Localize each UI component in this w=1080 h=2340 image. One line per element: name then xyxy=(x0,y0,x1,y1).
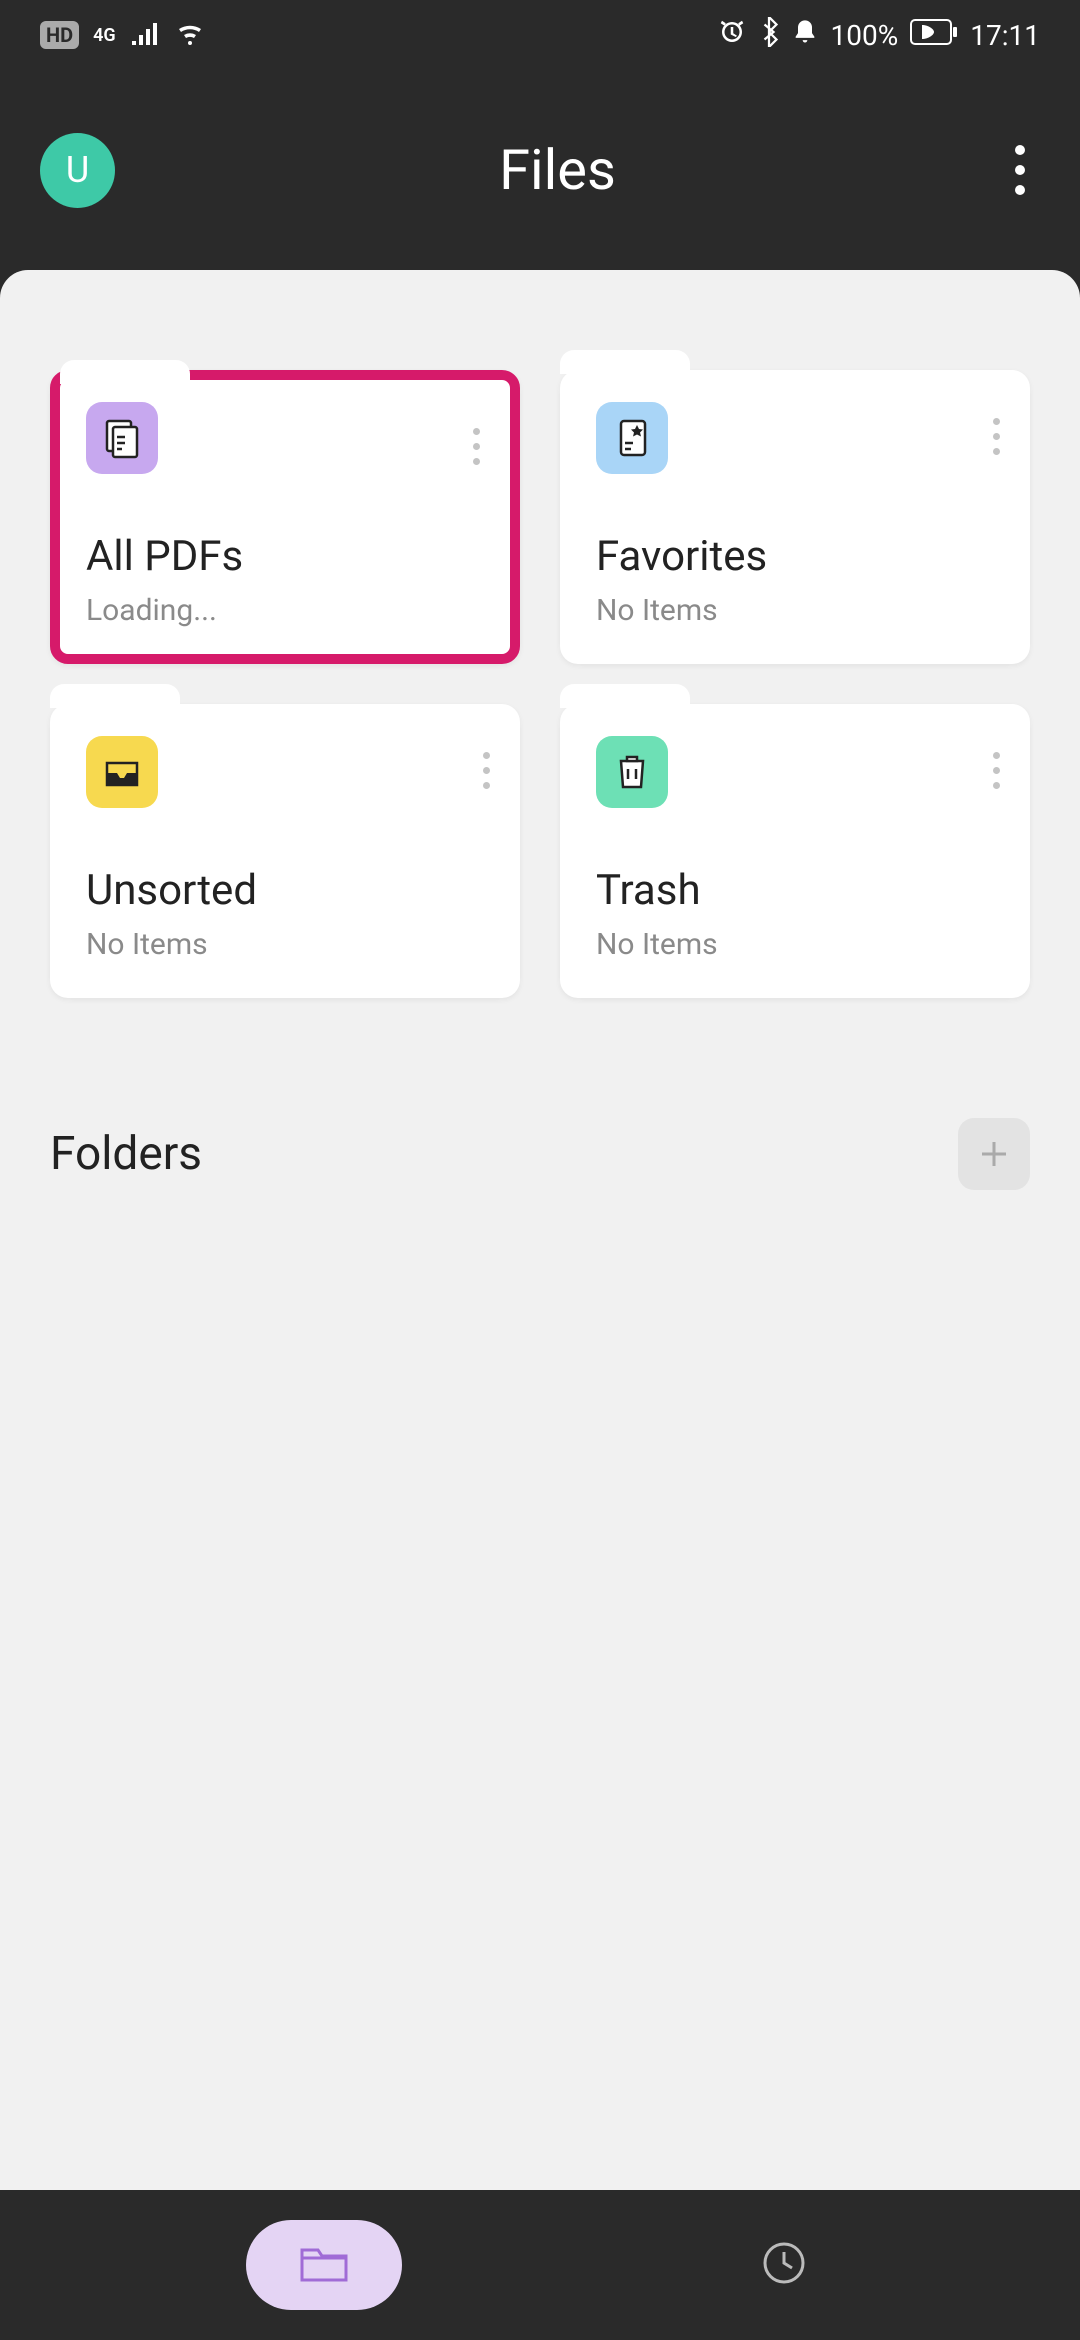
battery-percent: 100% xyxy=(831,19,899,52)
wifi-icon xyxy=(174,19,206,52)
overflow-menu-button[interactable] xyxy=(1000,145,1040,195)
card-title: All PDFs xyxy=(86,532,484,581)
card-subtitle: No Items xyxy=(596,593,994,628)
clock-time: 17:11 xyxy=(970,19,1040,52)
card-subtitle: No Items xyxy=(86,927,484,962)
card-menu-button[interactable] xyxy=(993,418,1000,455)
folder-card-favorites[interactable]: Favorites No Items xyxy=(560,370,1030,664)
alarm-icon xyxy=(717,17,747,54)
clock-icon xyxy=(761,2240,807,2290)
bluetooth-icon xyxy=(759,17,779,54)
cards-grid: All PDFs Loading... Favorites No Items xyxy=(50,370,1030,998)
add-folder-button[interactable] xyxy=(958,1118,1030,1190)
avatar-initial: U xyxy=(66,149,89,191)
folder-card-unsorted[interactable]: Unsorted No Items xyxy=(50,704,520,998)
card-title: Trash xyxy=(596,866,994,915)
trash-icon xyxy=(596,736,668,808)
card-menu-button[interactable] xyxy=(473,428,480,465)
folder-card-trash[interactable]: Trash No Items xyxy=(560,704,1030,998)
nav-recent-tab[interactable] xyxy=(734,2240,834,2290)
content-sheet: All PDFs Loading... Favorites No Items xyxy=(0,270,1080,2190)
folders-section-header: Folders xyxy=(50,1118,1030,1190)
status-left: HD 4G xyxy=(40,19,206,52)
mute-icon xyxy=(791,17,819,54)
card-title: Favorites xyxy=(596,532,994,581)
status-bar: HD 4G 100% 17:11 xyxy=(0,0,1080,70)
card-title: Unsorted xyxy=(86,866,484,915)
card-subtitle: Loading... xyxy=(86,593,484,628)
avatar[interactable]: U xyxy=(40,133,115,208)
card-menu-button[interactable] xyxy=(483,752,490,789)
card-menu-button[interactable] xyxy=(993,752,1000,789)
card-subtitle: No Items xyxy=(596,927,994,962)
network-type: 4G xyxy=(93,25,116,46)
folder-icon xyxy=(298,2242,350,2288)
battery-icon xyxy=(910,19,958,52)
page-title: Files xyxy=(499,137,616,203)
hd-badge: HD xyxy=(40,21,79,49)
folder-card-all-pdfs[interactable]: All PDFs Loading... xyxy=(50,370,520,664)
inbox-icon xyxy=(86,736,158,808)
nav-files-tab[interactable] xyxy=(246,2220,402,2310)
signal-icon xyxy=(130,19,160,52)
bottom-nav xyxy=(0,2190,1080,2340)
pdf-stack-icon xyxy=(86,402,158,474)
status-right: 100% 17:11 xyxy=(717,17,1040,54)
section-title: Folders xyxy=(50,1127,202,1181)
app-header: U Files xyxy=(0,70,1080,270)
star-page-icon xyxy=(596,402,668,474)
